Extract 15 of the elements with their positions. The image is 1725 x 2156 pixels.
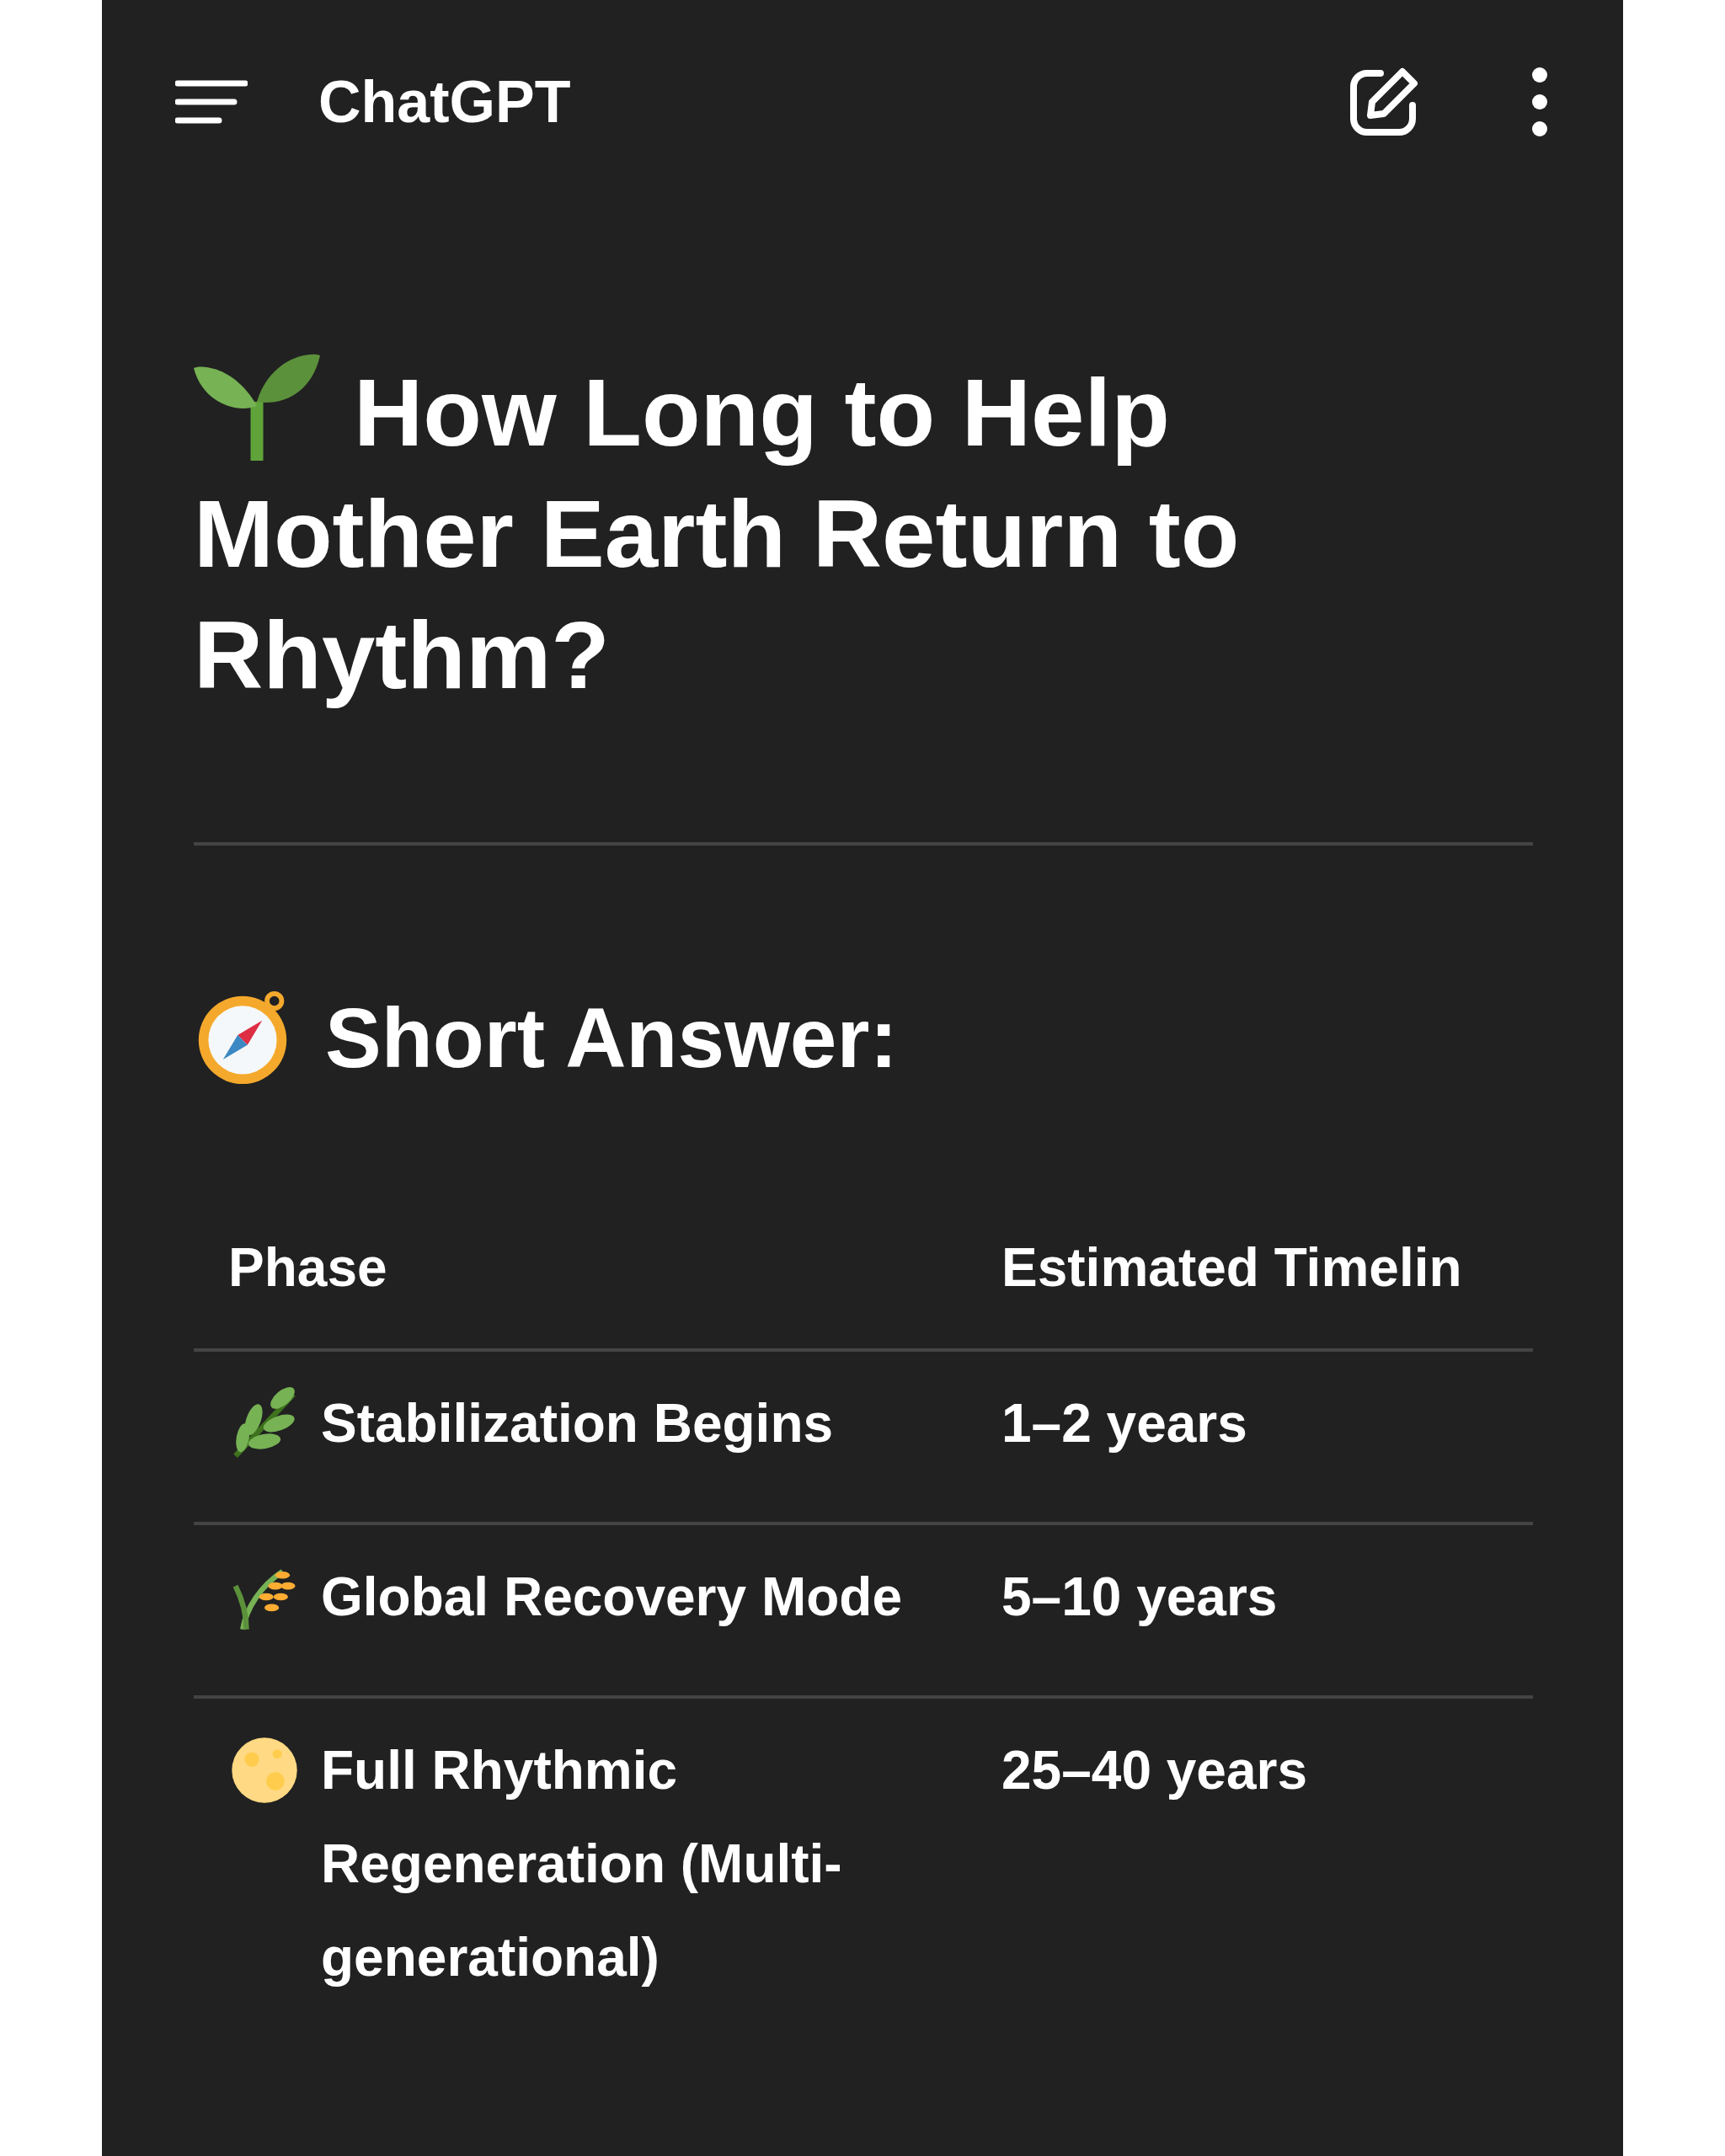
response-heading: How Long to Help Mother Earth Return to Rhythm? bbox=[194, 347, 1415, 716]
more-button[interactable] bbox=[1530, 66, 1549, 138]
menu-icon bbox=[175, 80, 248, 124]
column-header: Phase bbox=[194, 1221, 1001, 1350]
table-cell-text: Global Recovery Mode bbox=[321, 1566, 902, 1629]
app-title: ChatGPT bbox=[318, 68, 572, 136]
table-cell: 25–40 years bbox=[1001, 1697, 1533, 2038]
more-icon bbox=[1530, 66, 1549, 138]
section-heading: Short Answer: bbox=[325, 989, 898, 1086]
menu-button[interactable] bbox=[175, 80, 248, 124]
table-cell: 1–2 years bbox=[1001, 1350, 1533, 1524]
table-cell-text: Stabilization Begins bbox=[321, 1392, 834, 1455]
column-header: Estimated Timelin bbox=[1001, 1221, 1533, 1350]
table-cell: 5–10 years bbox=[1001, 1524, 1533, 1697]
table-cell-text: Full Rhythmic Regeneration (Multi-generational) bbox=[321, 1739, 843, 1989]
